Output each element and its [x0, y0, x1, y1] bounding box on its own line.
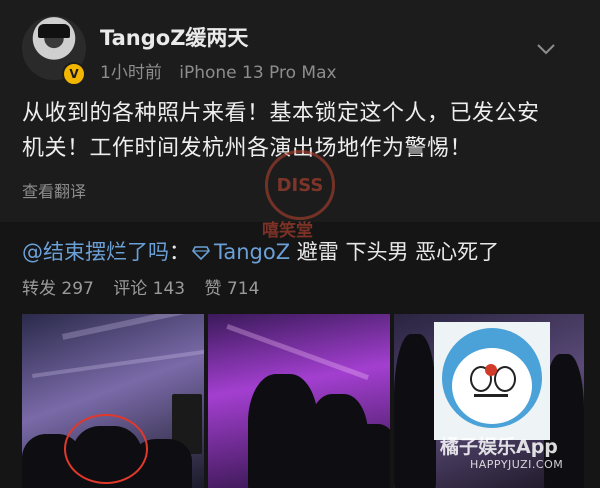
repost-user-link[interactable]: @结束摆烂了吗	[22, 240, 169, 264]
photo-thumbnail[interactable]	[22, 314, 204, 488]
post-time: 1小时前	[100, 63, 162, 83]
repost-line: @结束摆烂了吗： TangoZ 避雷 下头男 恶心死了	[22, 236, 582, 266]
app-watermark-url: HAPPYJUZI.COM	[470, 458, 564, 471]
highlight-circle	[64, 414, 148, 484]
username[interactable]: TangoZ缓两天	[100, 22, 248, 52]
repost-count[interactable]: 转发 297	[22, 279, 94, 299]
quoted-user-link[interactable]: TangoZ	[214, 240, 290, 264]
post-meta: 1小时前 iPhone 13 Pro Max	[100, 58, 337, 83]
app-watermark-name: 橘子娱乐App	[440, 436, 558, 458]
post-device: iPhone 13 Pro Max	[179, 63, 337, 83]
repost-comment: 避雷 下头男 恶心死了	[290, 240, 500, 264]
diamond-icon	[192, 246, 210, 260]
repost-colon: ：	[169, 240, 190, 264]
comment-count[interactable]: 评论 143	[113, 279, 185, 299]
watermark-badge-text: DISS	[276, 174, 324, 196]
doraemon-image	[434, 322, 550, 440]
translate-link[interactable]: 查看翻译	[22, 178, 86, 202]
watermark-logo: DISS	[265, 150, 335, 220]
verified-badge-icon: V	[62, 62, 86, 86]
post-text-line: 从收到的各种照片来看！基本锁定这个人，已发公安	[22, 101, 540, 126]
chevron-down-icon[interactable]	[536, 42, 556, 56]
photo-thumbnail[interactable]	[208, 314, 390, 488]
stats-bar: 转发 297 评论 143 赞 714	[22, 274, 273, 299]
like-count[interactable]: 赞 714	[205, 279, 260, 299]
